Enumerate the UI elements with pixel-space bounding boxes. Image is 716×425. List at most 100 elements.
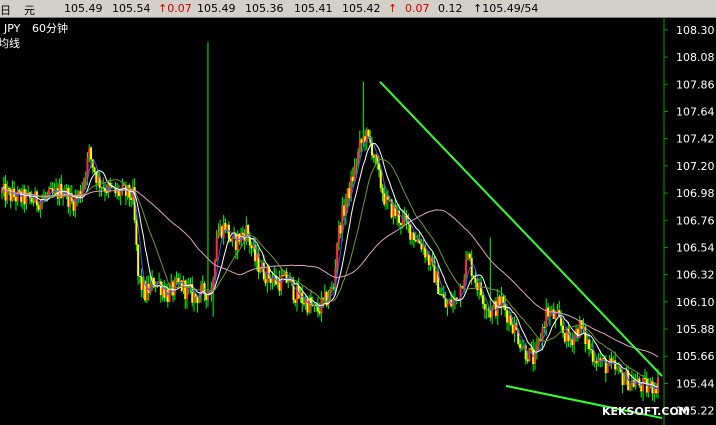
quote-value: ↑105.49/54 <box>473 2 539 15</box>
candle-body <box>206 292 209 301</box>
moving-averages <box>1 136 659 390</box>
candle-body <box>381 187 384 194</box>
candle-body <box>90 147 93 160</box>
candle-body <box>414 239 417 242</box>
candle-body <box>392 205 395 218</box>
candle-body <box>23 189 26 205</box>
candle-body <box>586 339 589 345</box>
candle-body <box>343 205 346 216</box>
chart-symbol: JPY <box>3 22 21 35</box>
candle-body <box>322 297 325 300</box>
candle-body <box>301 292 304 304</box>
candle-body <box>491 307 494 318</box>
candle-body <box>528 348 531 362</box>
candle-body <box>67 188 70 207</box>
candle-body <box>166 289 169 303</box>
candle-body <box>229 238 232 242</box>
candle-body <box>355 165 358 167</box>
candle-body <box>138 275 141 277</box>
candle-body <box>483 303 486 310</box>
candle-body <box>201 283 204 286</box>
candle-body <box>580 320 583 329</box>
chart-indicator: 均线 <box>0 36 20 50</box>
moving-average-line <box>1 158 659 385</box>
candle-body <box>266 266 269 284</box>
candle-body <box>172 281 175 296</box>
candle-body <box>1 189 3 194</box>
candle-body <box>231 237 234 242</box>
candle-body <box>219 226 222 233</box>
quote-label-yuan: 元 <box>24 4 35 17</box>
candle-body <box>337 225 340 244</box>
y-tick-label: 105.44 <box>676 377 715 390</box>
y-tick-label: 105.66 <box>676 350 715 363</box>
y-tick-label: 106.10 <box>676 296 715 309</box>
y-tick-label: 107.64 <box>676 105 715 118</box>
candle-body <box>487 309 490 311</box>
candle-body <box>360 139 363 143</box>
candle-body <box>119 191 122 197</box>
candle-body <box>264 279 267 284</box>
quote-value: 105.49 <box>197 2 236 15</box>
candle-body <box>468 253 471 259</box>
candle-body <box>519 344 522 349</box>
candle-body <box>521 347 523 349</box>
quote-value: 0.12 <box>438 2 463 15</box>
candle-body <box>422 246 425 250</box>
candle-body <box>411 232 414 240</box>
candle-body <box>643 378 646 380</box>
candle-body <box>4 183 7 201</box>
candle-body <box>372 155 375 158</box>
candle-body <box>271 278 274 283</box>
candle-body <box>318 311 321 314</box>
candle-body <box>27 192 30 194</box>
candle-body <box>506 310 509 323</box>
candle-body <box>348 188 351 199</box>
y-tick-label: 108.30 <box>676 24 715 37</box>
candle-body <box>339 225 342 234</box>
candle-body <box>465 259 468 280</box>
y-tick-label: 106.98 <box>676 187 715 200</box>
candle-body <box>439 294 442 296</box>
candle-body <box>30 197 33 202</box>
candle-body <box>481 295 484 304</box>
candle-body <box>137 244 140 276</box>
candle-body <box>311 304 314 306</box>
candle-body <box>140 276 143 290</box>
candle-body <box>500 296 503 307</box>
candle-body <box>336 243 339 269</box>
candle-body <box>105 191 108 193</box>
candle-body <box>466 253 469 260</box>
candle-body <box>241 232 244 235</box>
candle-body <box>642 378 645 392</box>
quote-label-day: 日 <box>0 4 11 17</box>
candle-body <box>130 197 133 201</box>
candle-body <box>623 380 626 385</box>
candle-body <box>543 326 546 328</box>
candle-body <box>236 233 239 250</box>
y-tick-label: 108.08 <box>676 51 715 64</box>
y-tick-label: 105.88 <box>676 323 715 336</box>
candle-body <box>74 196 77 211</box>
candle-body <box>526 359 529 362</box>
candle-body <box>269 278 272 283</box>
candle-body <box>420 243 423 250</box>
candle-body <box>100 187 103 189</box>
quote-value: 105.42 <box>342 2 381 15</box>
candle-body <box>6 188 9 201</box>
candle-body <box>217 232 220 239</box>
candle-body <box>440 294 443 296</box>
candle-body <box>351 176 354 182</box>
quote-value: 105.41 <box>294 2 333 15</box>
candle-body <box>571 339 574 346</box>
y-tick-label: 107.42 <box>676 133 715 146</box>
candle-body <box>302 303 305 305</box>
candle-body <box>547 307 550 317</box>
candle-body <box>647 386 650 393</box>
candle-body <box>379 169 382 188</box>
candle-body <box>175 278 178 281</box>
candle-body <box>294 300 297 303</box>
price-chart[interactable]: 108.30 108.08 107.86 107.64 107.42 107.20 106.… <box>0 18 716 425</box>
y-tick-label: 106.32 <box>676 269 715 282</box>
quote-change: 0.07 <box>405 2 430 15</box>
